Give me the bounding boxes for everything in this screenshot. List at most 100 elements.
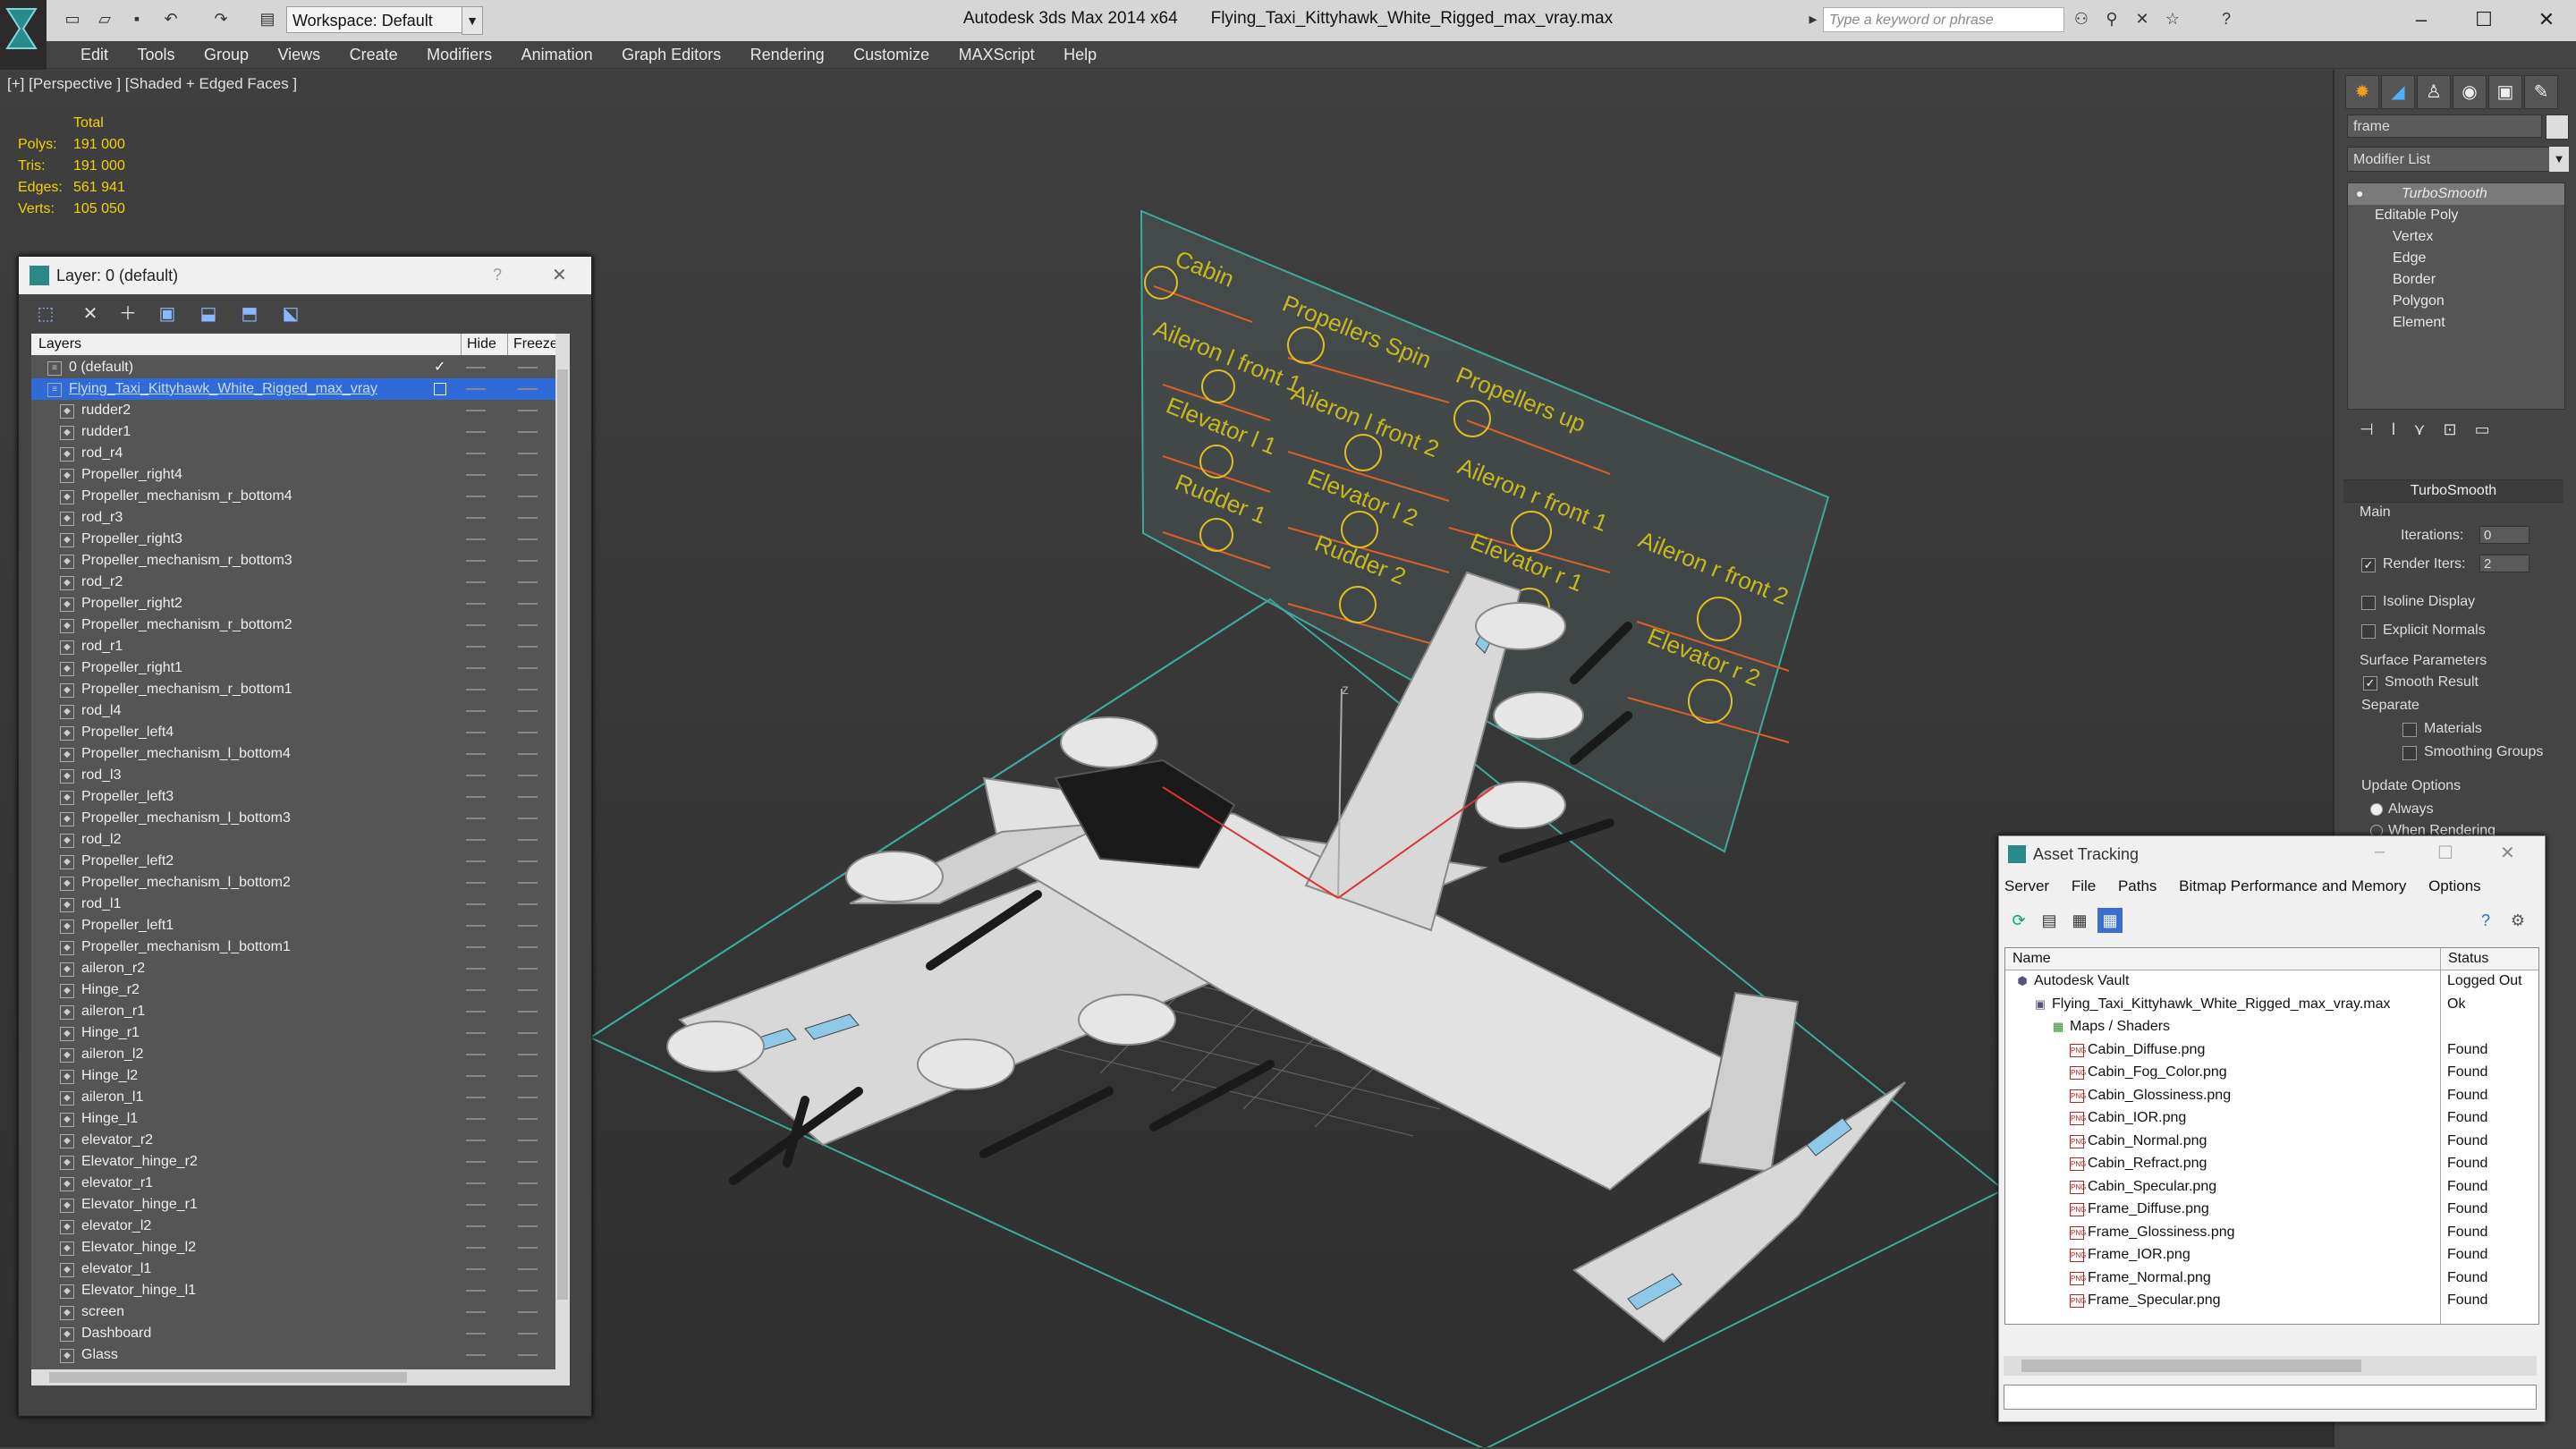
stack-item-editable-poly[interactable]: Editable Poly — [2348, 205, 2564, 226]
hide-toggle[interactable] — [466, 860, 486, 862]
modify-tab-icon[interactable]: ◢ — [2381, 75, 2415, 109]
new-file-icon[interactable]: ▭ — [63, 9, 82, 29]
add-selection-icon[interactable]: ▣ — [153, 300, 182, 328]
hide-toggle[interactable] — [466, 517, 486, 519]
asset-row[interactable]: PNG Cabin_Fog_Color.png Found — [2005, 1061, 2538, 1083]
layer-row[interactable]: ◆ Propeller_mechanism_l_bottom1 — [31, 936, 555, 958]
hide-toggle[interactable] — [466, 968, 486, 970]
freeze-toggle[interactable] — [518, 474, 538, 476]
asset-row[interactable]: PNG Frame_Diffuse.png Found — [2005, 1198, 2538, 1220]
layer-vertical-scrollbar[interactable] — [555, 334, 570, 1369]
asset-row[interactable]: PNG Cabin_Specular.png Found — [2005, 1175, 2538, 1198]
smooth-result-checkbox[interactable]: ✓ — [2363, 676, 2377, 691]
hide-toggle[interactable] — [466, 1204, 486, 1206]
layer-row[interactable]: ◆ rod_r3 — [31, 507, 555, 529]
maximize-button[interactable]: ☐ — [2460, 4, 2508, 36]
hide-toggle[interactable] — [466, 710, 486, 712]
layer-row[interactable]: ◆ Hinge_r2 — [31, 979, 555, 1001]
layer-row[interactable]: ◆ Hinge_l1 — [31, 1108, 555, 1130]
hide-toggle[interactable] — [466, 1054, 486, 1055]
layer-row[interactable]: ◆ Propeller_right2 — [31, 593, 555, 614]
menu-create[interactable]: Create — [337, 41, 411, 68]
freeze-toggle[interactable] — [518, 925, 538, 927]
lightbulb-icon[interactable]: ● — [2356, 186, 2363, 200]
hide-toggle[interactable] — [466, 1032, 486, 1034]
layer-row[interactable]: ◆ elevator_r1 — [31, 1173, 555, 1194]
asset-row[interactable]: PNG Frame_Normal.png Found — [2005, 1267, 2538, 1289]
workspace-dropdown[interactable]: Workspace: Default — [286, 6, 465, 33]
undo-icon[interactable]: ↶ — [161, 9, 181, 29]
stack-item-turbosmooth[interactable]: TurboSmooth — [2348, 183, 2564, 205]
asset-menu-server[interactable]: Server — [2004, 877, 2049, 894]
menu-rendering[interactable]: Rendering — [738, 41, 837, 68]
layers-column-header[interactable]: Layers — [38, 334, 81, 355]
freeze-toggle[interactable] — [518, 1247, 538, 1249]
layer-row[interactable]: ◆ aileron_r2 — [31, 958, 555, 979]
asset-horizontal-scroll-thumb[interactable] — [2021, 1360, 2361, 1372]
select-layer-icon[interactable]: ⬚ — [31, 300, 60, 328]
hide-toggle[interactable] — [466, 1290, 486, 1292]
highlight-layer-icon[interactable]: ⬒ — [235, 300, 264, 328]
open-file-icon[interactable]: ▱ — [95, 9, 114, 29]
layer-row[interactable]: ◆ rod_l2 — [31, 829, 555, 851]
set-current-layer-box[interactable] — [434, 383, 446, 395]
layer-row[interactable]: ◆ Propeller_left2 — [31, 851, 555, 872]
hide-toggle[interactable] — [466, 1161, 486, 1163]
layer-row[interactable]: ◆ rod_l4 — [31, 700, 555, 722]
layer-row[interactable]: ◆ Propeller_mechanism_l_bottom3 — [31, 808, 555, 829]
hide-toggle[interactable] — [466, 1075, 486, 1077]
hide-toggle[interactable] — [466, 431, 486, 433]
binoculars-icon[interactable]: ⚇ — [2072, 9, 2091, 29]
minimize-button[interactable]: – — [2375, 842, 2385, 862]
always-radio[interactable] — [2370, 803, 2383, 816]
hide-toggle[interactable] — [466, 1182, 486, 1184]
isoline-display-checkbox[interactable] — [2361, 596, 2376, 610]
hide-toggle[interactable] — [466, 560, 486, 562]
layer-row[interactable]: ◆ Propeller_right1 — [31, 657, 555, 679]
communication-center-icon[interactable]: ⚲ — [2102, 9, 2122, 29]
create-tab-icon[interactable]: ✹ — [2345, 75, 2379, 109]
freeze-toggle[interactable] — [518, 710, 538, 712]
freeze-toggle[interactable] — [518, 431, 538, 433]
asset-horizontal-scrollbar[interactable] — [2004, 1356, 2537, 1376]
asset-menu-bitmap-performance[interactable]: Bitmap Performance and Memory — [2179, 877, 2406, 894]
help-icon[interactable]: ? — [2473, 908, 2498, 933]
freeze-toggle[interactable] — [518, 1290, 538, 1292]
hide-toggle[interactable] — [466, 474, 486, 476]
asset-path-field[interactable] — [2004, 1385, 2537, 1410]
layer-row[interactable]: ≡ Flying_Taxi_Kittyhawk_White_Rigged_max_… — [31, 378, 555, 400]
layer-row[interactable]: ◆ aileron_r1 — [31, 1001, 555, 1022]
minimize-button[interactable]: – — [2397, 4, 2445, 36]
delete-layer-icon[interactable]: ✕ — [76, 300, 105, 328]
stack-item-element[interactable]: Element — [2348, 312, 2564, 334]
menu-animation[interactable]: Animation — [509, 41, 606, 68]
layer-row[interactable]: ◆ Propeller_left4 — [31, 722, 555, 743]
layer-list[interactable]: ≡ 0 (default) ✓ ≡ Flying_Taxi_Kittyhawk_Whit… — [31, 355, 570, 1369]
hide-toggle[interactable] — [466, 1333, 486, 1335]
menu-graph-editors[interactable]: Graph Editors — [609, 41, 733, 68]
asset-row[interactable]: ▦ Maps / Shaders — [2005, 1015, 2538, 1038]
materials-checkbox[interactable] — [2402, 723, 2417, 737]
object-name-field[interactable]: frame — [2347, 114, 2542, 138]
freeze-toggle[interactable] — [518, 667, 538, 669]
stack-toolbar[interactable]: ⊣ǀ⋎⊡▭ — [2360, 420, 2556, 442]
grid-view-icon[interactable]: ▦ — [2097, 908, 2123, 933]
stack-item-border[interactable]: Border — [2348, 269, 2564, 291]
turbosmooth-rollout-header[interactable]: TurboSmooth — [2343, 479, 2563, 503]
freeze-toggle[interactable] — [518, 624, 538, 626]
freeze-column-header[interactable]: Freeze — [507, 334, 558, 355]
asset-row[interactable]: PNG Cabin_Glossiness.png Found — [2005, 1084, 2538, 1106]
smoothing-groups-checkbox[interactable] — [2402, 746, 2417, 760]
menu-group[interactable]: Group — [191, 41, 261, 68]
freeze-toggle[interactable] — [518, 903, 538, 905]
asset-menu-file[interactable]: File — [2072, 877, 2096, 894]
layer-row[interactable]: ◆ Propeller_left1 — [31, 915, 555, 936]
layer-row[interactable]: ◆ rod_l1 — [31, 894, 555, 915]
layer-row[interactable]: ◆ elevator_r2 — [31, 1130, 555, 1151]
freeze-toggle[interactable] — [518, 581, 538, 583]
freeze-toggle[interactable] — [518, 410, 538, 411]
asset-window-titlebar[interactable]: Asset Tracking – ☐ ✕ — [1999, 836, 2545, 872]
hide-toggle[interactable] — [466, 1140, 486, 1141]
help-icon[interactable]: ? — [493, 266, 502, 284]
app-logo[interactable] — [0, 0, 47, 79]
